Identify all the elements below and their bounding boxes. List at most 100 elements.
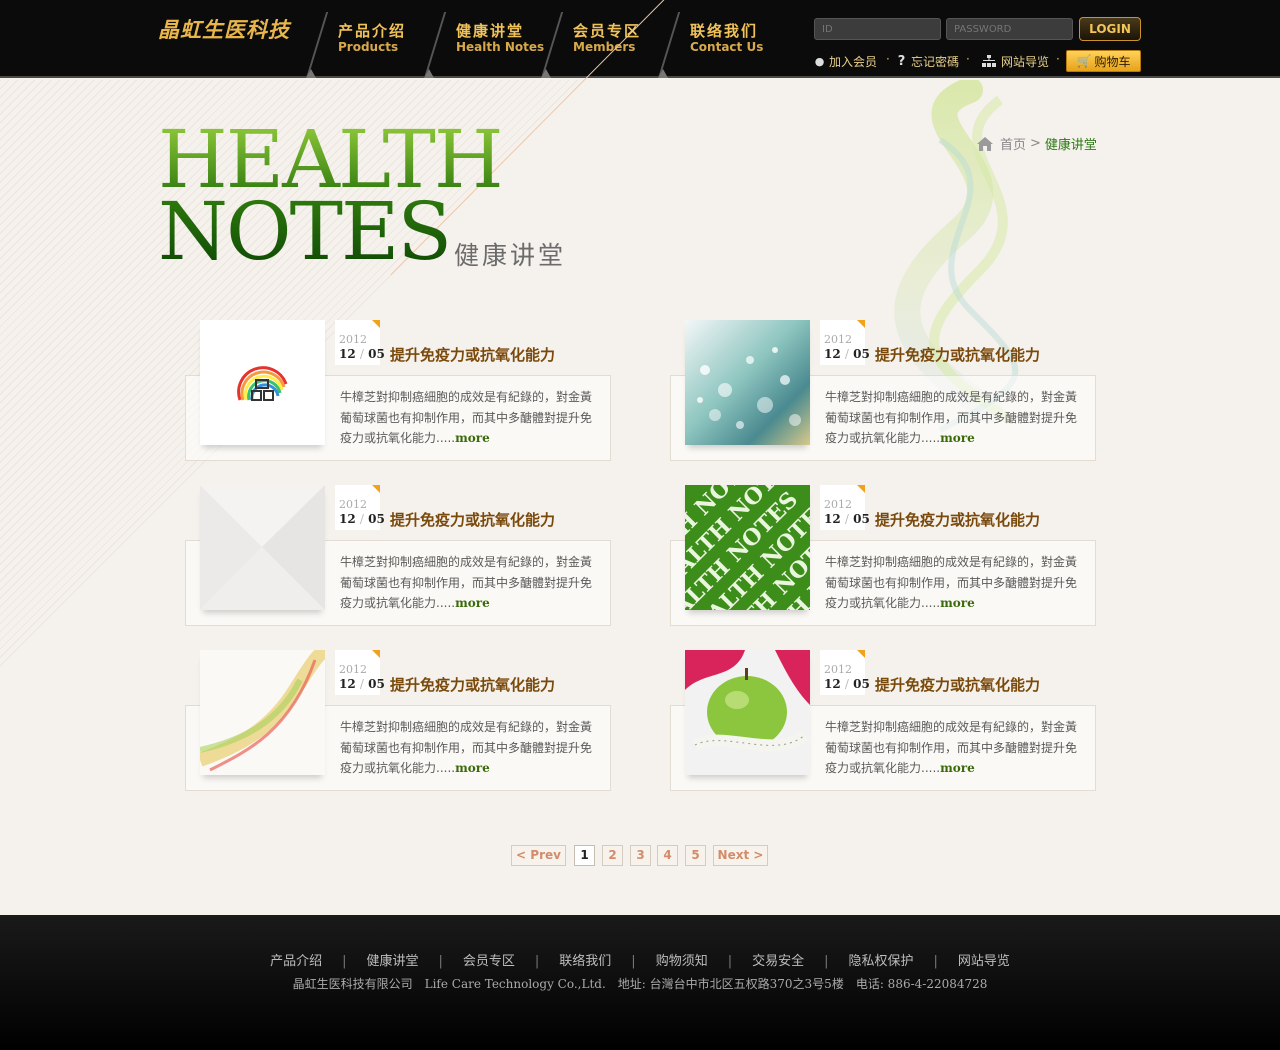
footer-link-contact[interactable]: 联络我们 (559, 950, 611, 969)
nav-label-en: Members (573, 40, 636, 54)
date-badge: 2012 12 / 05 (820, 650, 870, 695)
util-separator: · (886, 52, 890, 66)
login-id-input[interactable] (814, 18, 941, 40)
more-link[interactable]: more (940, 596, 975, 610)
more-link[interactable]: more (940, 761, 975, 775)
date-month-day: 12 / 05 (824, 347, 870, 361)
date-month: 12 (824, 347, 841, 361)
nav-divider-tip (658, 69, 668, 78)
pagination: < Prev 1 2 3 4 5 Next > (0, 845, 1280, 866)
site-footer: 产品介绍 | 健康讲堂 | 会员专区 | 联络我们 | 购物须知 | 交易安全 | 隐私权保护 | 网站导览… (0, 915, 1280, 1050)
article-card[interactable]: 2012 12 / 05 提升免疫力或抗氧化能力 牛樟芝對抑制癌細胞的成效是有紀… (670, 650, 1096, 792)
date-day: 05 (853, 512, 870, 526)
footer-link-members[interactable]: 会员专区 (463, 950, 515, 969)
date-badge: 2012 12 / 05 (335, 650, 385, 695)
date-year: 2012 (339, 333, 367, 346)
nav-label-zh: 联络我们 (690, 22, 759, 40)
article-title[interactable]: 提升免疫力或抗氧化能力 (875, 344, 1040, 365)
date-year: 2012 (824, 333, 852, 346)
health-notes-thumbnail[interactable]: HEALTH NOTES HEALTH NOTES HEALTH NOTES H… (685, 485, 810, 610)
more-link[interactable]: more (455, 431, 490, 445)
logo-thumbnail[interactable] (200, 320, 325, 445)
bokeh-thumbnail[interactable] (685, 320, 810, 445)
colorful-smoke-icon (200, 650, 325, 775)
sitemap-link[interactable]: 网站导览 (982, 52, 1049, 70)
date-month-day: 12 / 05 (824, 677, 870, 691)
date-month-day: 12 / 05 (339, 512, 385, 526)
date-day: 05 (368, 677, 385, 691)
next-page-button[interactable]: Next > (713, 845, 768, 866)
footer-link-health-notes[interactable]: 健康讲堂 (366, 950, 418, 969)
smoke-thumbnail[interactable] (200, 650, 325, 775)
user-icon: ● (814, 54, 825, 68)
apple-thumbnail[interactable] (685, 650, 810, 775)
date-month: 12 (339, 512, 356, 526)
page-2-button[interactable]: 2 (602, 845, 623, 866)
date-day: 05 (853, 677, 870, 691)
nav-item-health-notes[interactable]: 健康讲堂 Health Notes (424, 0, 545, 78)
page-5-button[interactable]: 5 (685, 845, 706, 866)
breadcrumb-home[interactable]: 首页 (1000, 134, 1026, 153)
article-excerpt: 牛樟芝對抑制癌細胞的成效是有紀錄的，對金黃葡萄球菌也有抑制作用，而其中多醣體對提… (340, 552, 600, 614)
breadcrumb-current: 健康讲堂 (1044, 138, 1097, 153)
envelope-thumbnail[interactable] (200, 485, 325, 610)
hero-title-line2: NOTES (158, 192, 502, 272)
footer-link-security[interactable]: 交易安全 (752, 950, 804, 969)
footer-link-products[interactable]: 产品介绍 (270, 950, 322, 969)
site-logo[interactable]: 晶虹生医科技 (158, 14, 290, 44)
article-title[interactable]: 提升免疫力或抗氧化能力 (875, 509, 1040, 530)
nav-item-contact[interactable]: 联络我们 Contact Us (658, 0, 776, 78)
page-1-button[interactable]: 1 (574, 845, 595, 866)
article-excerpt: 牛樟芝對抑制癌細胞的成效是有紀錄的，對金黃葡萄球菌也有抑制作用，而其中多醣體對提… (825, 387, 1085, 449)
article-card[interactable]: 2012 12 / 05 提升免疫力或抗氧化能力 牛樟芝對抑制癌細胞的成效是有紀… (670, 320, 1096, 462)
cart-icon: 🛒 (1076, 54, 1092, 68)
login-password-input[interactable] (946, 18, 1073, 40)
footer-company-en: Life Care Technology Co.,Ltd. (424, 977, 606, 991)
article-title[interactable]: 提升免疫力或抗氧化能力 (390, 674, 555, 695)
prev-page-button[interactable]: < Prev (511, 845, 566, 866)
join-member-label: 加入会员 (829, 54, 878, 69)
login-button[interactable]: LOGIN (1079, 17, 1141, 41)
footer-link-privacy[interactable]: 隐私权保护 (849, 950, 914, 969)
article-title[interactable]: 提升免疫力或抗氧化能力 (875, 674, 1040, 695)
top-header: 晶虹生医科技 产品介绍 Products 健康讲堂 Health Notes 会… (0, 0, 1280, 78)
nav-label-en: Health Notes (456, 40, 545, 54)
forgot-password-label: 忘记密碼 (911, 54, 960, 69)
date-badge: 2012 12 / 05 (335, 320, 385, 365)
page-4-button[interactable]: 4 (657, 845, 678, 866)
article-title[interactable]: 提升免疫力或抗氧化能力 (390, 344, 555, 365)
breadcrumb-separator: > (1030, 136, 1041, 151)
footer-nav: 产品介绍 | 健康讲堂 | 会员专区 | 联络我们 | 购物须知 | 交易安全 | 隐私权保护 | 网站导览 (0, 950, 1280, 969)
footer-link-shopping-guide[interactable]: 购物须知 (656, 950, 708, 969)
date-day: 05 (853, 347, 870, 361)
date-month: 12 (339, 677, 356, 691)
date-badge: 2012 12 / 05 (820, 320, 870, 365)
page-3-button[interactable]: 3 (630, 845, 651, 866)
cart-button[interactable]: 🛒 购物车 (1066, 50, 1141, 72)
nav-divider-tip (541, 69, 551, 78)
nav-item-products[interactable]: 产品介绍 Products (306, 0, 424, 78)
home-icon[interactable] (976, 136, 994, 152)
date-corner-accent (857, 485, 865, 493)
more-link[interactable]: more (455, 596, 490, 610)
more-link[interactable]: more (455, 761, 490, 775)
forgot-password-link[interactable]: ? 忘记密碼 (896, 52, 959, 70)
footer-company-name: 晶虹生医科技有限公司 (292, 977, 413, 991)
join-member-link[interactable]: ● 加入会员 (814, 52, 877, 70)
date-year: 2012 (339, 498, 367, 511)
article-card[interactable]: HEALTH NOTES HEALTH NOTES HEALTH NOTES H… (670, 485, 1096, 627)
article-card[interactable]: 2012 12 / 05 提升免疫力或抗氧化能力 牛樟芝對抑制癌細胞的成效是有紀… (185, 320, 611, 462)
article-title[interactable]: 提升免疫力或抗氧化能力 (390, 509, 555, 530)
date-corner-accent (857, 320, 865, 328)
date-month-day: 12 / 05 (339, 677, 385, 691)
article-card[interactable]: 2012 12 / 05 提升免疫力或抗氧化能力 牛樟芝對抑制癌細胞的成效是有紀… (185, 485, 611, 627)
footer-link-sitemap[interactable]: 网站导览 (958, 950, 1010, 969)
more-link[interactable]: more (940, 431, 975, 445)
date-badge: 2012 12 / 05 (820, 485, 870, 530)
date-year: 2012 (824, 663, 852, 676)
nav-item-members[interactable]: 会员专区 Members (541, 0, 659, 78)
date-month: 12 (824, 677, 841, 691)
article-card[interactable]: 2012 12 / 05 提升免疫力或抗氧化能力 牛樟芝對抑制癌細胞的成效是有紀… (185, 650, 611, 792)
health-notes-pattern-icon: HEALTH NOTES HEALTH NOTES HEALTH NOTES H… (685, 485, 810, 610)
article-excerpt: 牛樟芝對抑制癌細胞的成效是有紀錄的，對金黃葡萄球菌也有抑制作用，而其中多醣體對提… (340, 387, 600, 449)
